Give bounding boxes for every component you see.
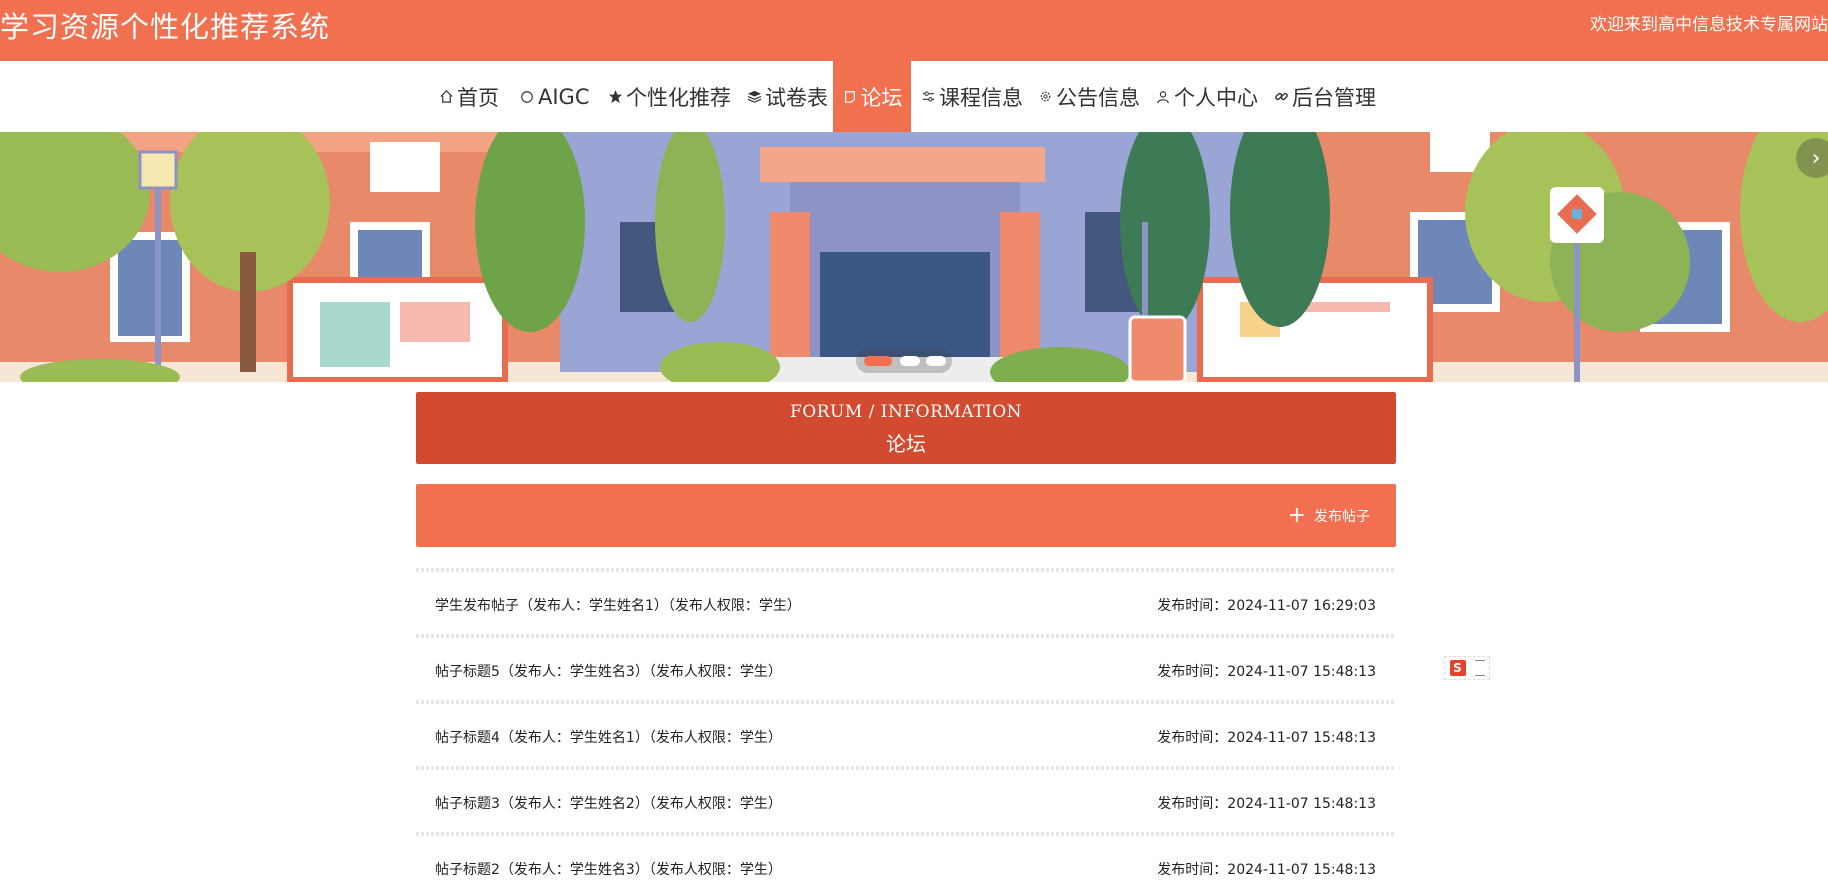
nav-label: 个性化推荐	[626, 85, 731, 110]
banner-illustration	[0, 132, 1828, 382]
nav-label: AIGC	[538, 84, 590, 109]
list-item[interactable]: 帖子标题4（发布人：学生姓名1）（发布人权限：学生） 发布时间：2024-11-…	[416, 700, 1396, 763]
nav-item-recommend[interactable]: 个性化推荐	[607, 61, 731, 132]
nav-label: 课程信息	[939, 85, 1023, 110]
bracket-icon	[1474, 660, 1485, 676]
post-time: 发布时间：2024-11-07 15:48:13	[1157, 862, 1376, 878]
carousel-next-button[interactable]: ›	[1796, 138, 1828, 178]
row-divider	[416, 766, 1396, 770]
carousel-dot-3[interactable]	[926, 356, 946, 366]
forum-title-cn: 论坛	[886, 432, 926, 456]
row-divider	[416, 832, 1396, 836]
star-icon	[607, 89, 623, 105]
home-icon	[438, 89, 454, 105]
user-icon	[1155, 89, 1171, 105]
nav-item-admin[interactable]: 后台管理	[1273, 61, 1376, 132]
link-icon	[1273, 89, 1289, 105]
post-toolbar: + 发布帖子	[416, 484, 1396, 547]
carousel-dot-1[interactable]	[864, 356, 892, 366]
forum-heading: FORUM / INFORMATION 论坛	[416, 392, 1396, 464]
nav-label: 论坛	[860, 85, 903, 110]
sliders-icon	[920, 89, 936, 105]
gear-icon	[1037, 89, 1053, 105]
list-item[interactable]: 帖子标题3（发布人：学生姓名2）（发布人权限：学生） 发布时间：2024-11-…	[416, 766, 1396, 829]
list-item[interactable]: 帖子标题2（发布人：学生姓名3）（发布人权限：学生） 发布时间：2024-11-…	[416, 832, 1396, 895]
row-divider	[416, 700, 1396, 704]
floating-widget[interactable]: S	[1444, 656, 1490, 680]
plus-icon: +	[1287, 503, 1306, 528]
post-title: 帖子标题4（发布人：学生姓名1）（发布人权限：学生）	[435, 730, 782, 746]
chevron-right-icon: ›	[1811, 145, 1821, 171]
row-divider	[416, 568, 1396, 572]
post-title: 学生发布帖子（发布人：学生姓名1）（发布人权限：学生）	[435, 598, 801, 614]
banner-carousel[interactable]: ›	[0, 132, 1828, 382]
nav-item-papers[interactable]: 试卷表	[746, 61, 828, 132]
post-time: 发布时间：2024-11-07 15:48:13	[1157, 664, 1376, 680]
nav-item-notices[interactable]: 公告信息	[1037, 61, 1140, 132]
welcome-text: 欢迎来到高中信息技术专属网站	[1590, 15, 1828, 35]
publish-post-label: 发布帖子	[1314, 509, 1370, 525]
nav-item-home[interactable]: 首页	[438, 61, 499, 132]
post-title: 帖子标题5（发布人：学生姓名3）（发布人权限：学生）	[435, 664, 782, 680]
nav-item-courses[interactable]: 课程信息	[920, 61, 1023, 132]
nav-item-aigc[interactable]: AIGC	[519, 61, 590, 132]
post-time: 发布时间：2024-11-07 15:48:13	[1157, 730, 1376, 746]
nav-label: 公告信息	[1056, 85, 1140, 110]
input-method-icon: S	[1449, 660, 1466, 676]
row-divider	[416, 634, 1396, 638]
carousel-dot-2[interactable]	[900, 356, 920, 366]
list-item[interactable]: 学生发布帖子（发布人：学生姓名1）（发布人权限：学生） 发布时间：2024-11…	[416, 568, 1396, 631]
chat-icon	[842, 89, 858, 105]
nav-item-profile[interactable]: 个人中心	[1155, 61, 1258, 132]
list-item[interactable]: 帖子标题5（发布人：学生姓名3）（发布人权限：学生） 发布时间：2024-11-…	[416, 634, 1396, 697]
post-time: 发布时间：2024-11-07 15:48:13	[1157, 796, 1376, 812]
post-time: 发布时间：2024-11-07 16:29:03	[1157, 598, 1376, 614]
top-header: 学习资源个性化推荐系统 欢迎来到高中信息技术专属网站	[0, 0, 1828, 61]
post-title: 帖子标题2（发布人：学生姓名3）（发布人权限：学生）	[435, 862, 782, 878]
post-title: 帖子标题3（发布人：学生姓名2）（发布人权限：学生）	[435, 796, 782, 812]
carousel-indicators	[856, 349, 952, 373]
circle-icon	[519, 89, 535, 105]
nav-item-forum[interactable]: 论坛	[833, 61, 911, 132]
publish-post-button[interactable]: + 发布帖子	[1287, 503, 1370, 528]
nav-label: 首页	[457, 85, 499, 110]
main-nav: 首页 AIGC 个性化推荐 试卷表 论坛 课程信息 公告信息 个人中心 后台管理	[0, 61, 1828, 132]
nav-label: 个人中心	[1174, 85, 1258, 110]
site-title: 学习资源个性化推荐系统	[0, 10, 331, 44]
forum-title-en: FORUM / INFORMATION	[789, 402, 1023, 422]
nav-label: 试卷表	[765, 85, 828, 110]
layers-icon	[746, 89, 762, 105]
nav-label: 后台管理	[1292, 85, 1376, 110]
